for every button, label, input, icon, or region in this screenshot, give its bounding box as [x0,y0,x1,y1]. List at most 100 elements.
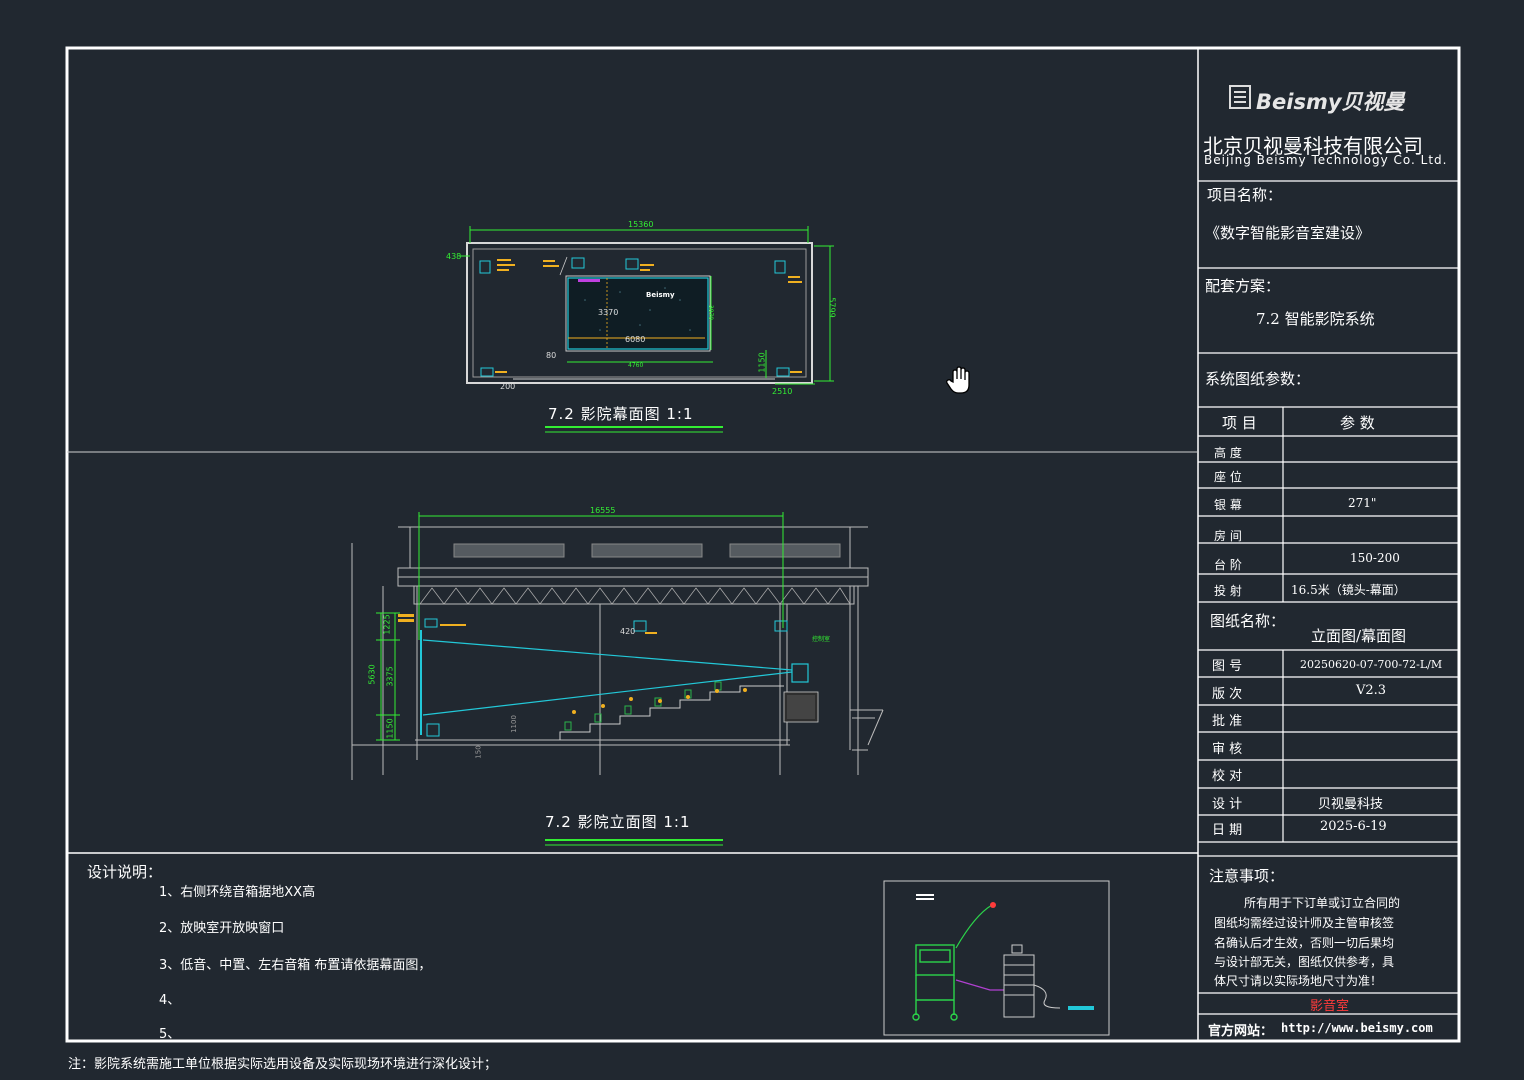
plan-dim-offset-bottom: 200 [500,382,516,391]
elev-dim-2: 3375 [385,666,395,687]
param-value-steps: 150-200 [1350,551,1400,565]
speaker-front-right[interactable] [774,260,786,274]
screen-top-marker [578,279,600,282]
ceiling-vents [453,543,841,558]
cable-green [955,904,993,949]
screen-logo: Beismy [646,291,675,299]
elev-dim-3: 1150 [385,718,395,739]
speaker-rear-right[interactable] [776,367,790,377]
notice-line-1: 所有用于下订单或订立合同的 [1244,896,1401,910]
param-item-seats: 座 位 [1214,470,1242,484]
notice-line-4: 与设计部无关，图纸仅供参考，具 [1214,955,1395,969]
param-value-throw: 16.5米（镜头-幕面） [1291,583,1406,597]
param-item-screen: 银 幕 [1214,498,1242,512]
elev-dim-projector: 420 [620,627,636,636]
plan-dim-screen-inner: 3370 [598,308,619,317]
brand-logo-text: Beismy贝视曼 [1256,90,1405,114]
equipment-cart[interactable] [912,944,958,1021]
rack-detail-title-bar-2 [916,898,934,900]
company-name-en: Beijing Beismy Technology Co. Ltd. [1204,153,1448,167]
elev-speaker-top-left[interactable] [424,618,438,628]
building-structure [351,526,884,780]
notice-line-3: 名确认后才生效，否则一切后果均 [1214,936,1395,950]
elev-dim-floor-2: 150 [474,745,483,759]
info-item-check: 校 对 [1212,769,1243,784]
design-note-2: 2、放映室开放映窗口 [159,921,285,936]
plan-dim-bottom-inner: 1150 [757,352,767,373]
cable-endpoint [990,902,996,908]
info-item-number: 图 号 [1212,659,1243,674]
rack-detail-title-bar [916,894,934,896]
design-note-5: 5、 [159,1027,181,1042]
equipment-rack-detail[interactable] [883,880,1110,1036]
speaker-center[interactable] [625,258,639,270]
elev-dim-1: 1225 [382,614,392,635]
project-name: 《数字智能影音室建设》 [1205,224,1371,242]
info-item-design: 设 计 [1212,797,1243,812]
param-value-screen: 271" [1348,496,1377,510]
elev-dim-top: 16555 [590,506,616,515]
leader-line [559,256,568,276]
speaker-rear-left[interactable] [480,367,494,377]
plan-dim-screen-width: 6080 [625,335,646,344]
design-notes-title: 设计说明： [87,863,163,881]
params-label: 系统图纸参数： [1205,370,1311,388]
footer-note: 注：影院系统需施工单位根据实际选用设备及实际现场环境进行深化设计； [68,1057,498,1072]
cable-purple [955,979,1004,991]
server-rack[interactable] [1003,944,1035,1018]
plan-label: 配套方案： [1205,277,1281,295]
projector[interactable] [791,663,809,683]
elev-speaker-rear[interactable] [774,620,788,632]
screen-plan-view[interactable] [460,226,834,433]
design-note-3: 3、低音、中置、左右音箱 布置请依据幕面图， [159,958,432,973]
drawing-name: 立面图/幕面图 [1311,627,1407,645]
info-value-date: 2025-6-19 [1320,819,1387,834]
rack-detail-frame [883,880,1110,1036]
screen-plan-caption: 7.2 影院幕面图 1:1 [548,405,694,423]
info-item-version: 版 次 [1212,687,1243,702]
cinema-elevation-view[interactable] [351,512,884,846]
speaker-front-left[interactable] [479,260,491,274]
device-tag [1068,1006,1094,1010]
pan-hand-cursor-icon [944,364,974,396]
website-link[interactable]: http://www.beismy.com [1281,1021,1433,1035]
speaker-subwoofer[interactable] [571,257,585,269]
design-note-4: 4、 [159,993,181,1008]
info-item-review: 审 核 [1212,742,1243,757]
website-label: 官方网站： [1208,1024,1274,1039]
platform-hatch [787,695,815,719]
param-item-room: 房 间 [1214,529,1242,543]
info-item-date: 日 期 [1212,823,1243,838]
params-header-value: 参 数 [1340,414,1375,432]
roof-truss [419,587,851,605]
plan-dim-offset-right: 2510 [772,387,793,396]
elev-speaker-center[interactable] [633,620,647,632]
info-value-version: V2.3 [1356,683,1387,698]
seating-steps [559,685,784,740]
cable-white [1033,984,1061,1009]
drawing-name-label: 图纸名称： [1210,612,1286,630]
plan-dim-height: 5799 [827,297,837,318]
param-item-throw: 投 射 [1214,584,1242,598]
info-value-design: 贝视曼科技 [1318,797,1384,812]
notice-line-2: 图纸均需经过设计师及主管审核签 [1214,916,1395,930]
elev-dim-floor-1: 1100 [509,715,518,733]
plan-dim-width-top: 15360 [628,220,654,229]
notice-label: 注意事项： [1209,867,1285,885]
params-header-item: 项 目 [1222,414,1257,432]
elevation-caption: 7.2 影院立面图 1:1 [545,813,691,831]
design-note-1: 1、右侧环绕音箱据地XX高 [159,885,316,900]
plan-name: 7.2 智能影院系统 [1256,310,1375,328]
notice-line-5: 体尺寸请以实际场地尺寸为准！ [1214,974,1383,988]
plan-dim-bottom-center: 4760 [628,362,644,369]
brand-logo-mark [1229,85,1251,109]
plan-dim-screen-height: 3870 [707,304,715,321]
param-item-steps: 台 阶 [1214,558,1242,572]
param-item-height: 高 度 [1214,446,1242,460]
plan-dim-screen-left: 80 [546,351,557,360]
elev-subwoofer[interactable] [426,723,440,737]
stamp-text: 影音室 [1310,999,1350,1014]
elev-dim-total: 5630 [367,664,377,685]
elev-proj-room-label: 控制室 [812,636,831,643]
info-value-number: 20250620-07-700-72-L/M [1300,658,1443,671]
